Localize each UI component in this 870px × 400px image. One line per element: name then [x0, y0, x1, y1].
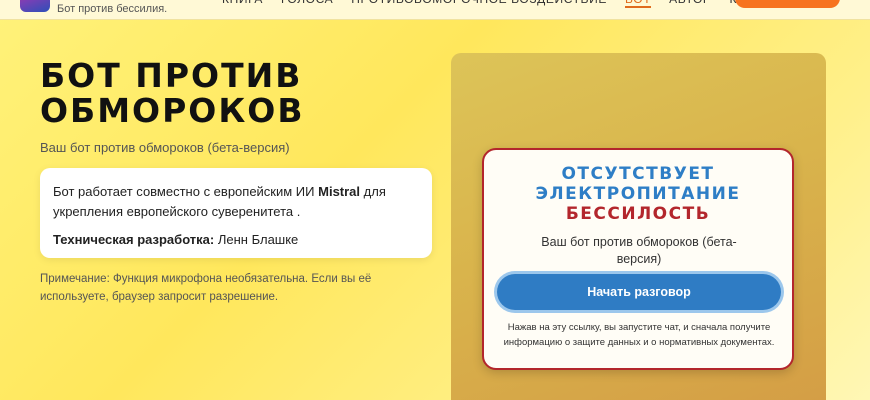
info-text-start: Бот работает совместно с европейским ИИ — [53, 184, 319, 199]
microphone-note: Примечание: Функция микрофона необязател… — [40, 273, 372, 303]
site-tagline: Бот против бессилия. — [57, 3, 168, 15]
chat-disclaimer: Нажав на эту ссылку, вы запустите чат, и… — [503, 322, 775, 348]
chat-card: ОТСУТСТВУЕТ ЭЛЕКТРОПИТАНИЕ БЕССИЛОСТЬ Ва… — [482, 148, 794, 370]
chat-card-heading-line2: ЭЛЕКТРОПИТАНИЕ — [535, 184, 741, 204]
nav-item-voices[interactable]: ГОЛОСА — [281, 0, 333, 8]
developer-label: Техническая разработка: — [53, 232, 215, 247]
info-developer: Техническая разработка: Ленн Блашке — [53, 230, 419, 250]
nav-item-author[interactable]: АВТОР — [669, 0, 711, 8]
site-logo[interactable] — [20, 0, 50, 12]
site-header: Бот против бессилия. КНИГА ГОЛОСА ПРОТИВ… — [0, 0, 870, 20]
header-cta-button[interactable] — [735, 0, 840, 8]
chat-card-heading-line1: ОТСУТСТВУЕТ — [561, 164, 715, 184]
chat-card-subtitle: Ваш бот против обмороков (бета-версия) — [541, 235, 737, 266]
nav-item-effect[interactable]: ПРОТИВОБОМОРОЧНОЕ ВОЗДЕЙСТВИЕ — [351, 0, 607, 8]
page-subtitle: Ваш бот против обмороков (бета-версия) — [40, 140, 290, 155]
mistral-label: Mistral — [318, 184, 361, 199]
main-nav: КНИГА ГОЛОСА ПРОТИВОБОМОРОЧНОЕ ВОЗДЕЙСТВ… — [222, 0, 788, 8]
nav-item-book[interactable]: КНИГА — [222, 0, 263, 8]
info-mistral-text: Бот работает совместно с европейским ИИ … — [53, 182, 419, 222]
page-title: БОТ ПРОТИВ ОБМОРОКОВ — [40, 56, 305, 130]
info-card: Бот работает совместно с европейским ИИ … — [40, 168, 432, 258]
nav-item-bot[interactable]: БОТ — [625, 0, 651, 8]
start-chat-button[interactable]: Начать разговор — [497, 274, 781, 310]
chat-card-heading-line3: БЕССИЛОСТЬ — [565, 204, 711, 224]
developer-name: Ленн Блашке — [214, 232, 299, 247]
